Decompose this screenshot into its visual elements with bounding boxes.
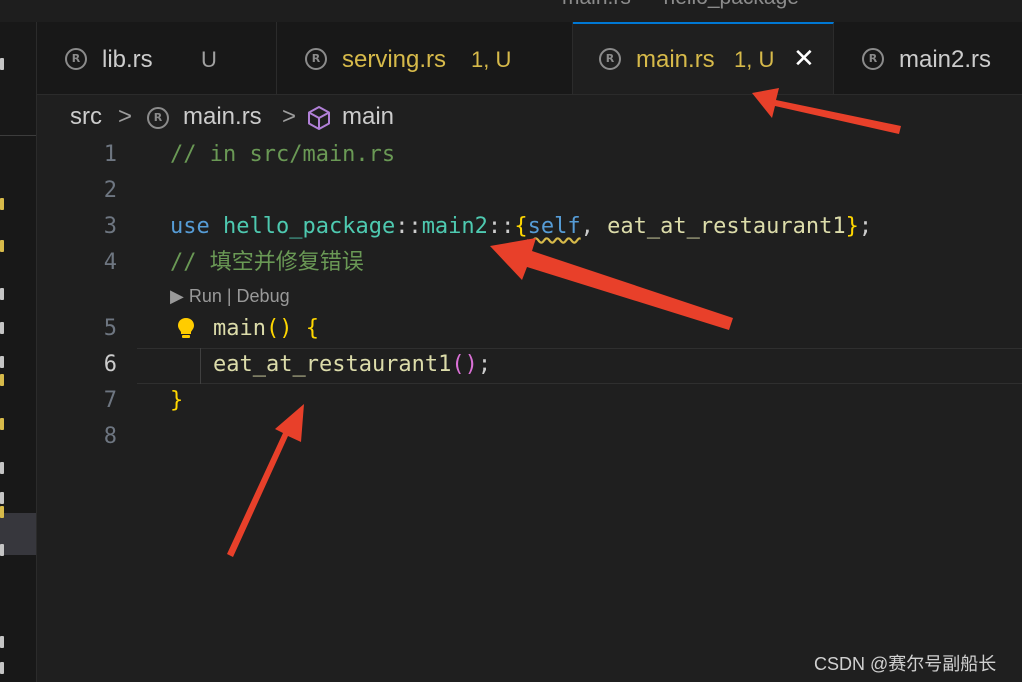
activity-divider	[0, 135, 36, 136]
code-line-6: eat_at_restaurant1();	[213, 347, 491, 383]
tab-status: U	[201, 47, 217, 72]
breadcrumb: src > R main.rs > main	[37, 95, 1022, 139]
tab-label: main.rs	[636, 46, 715, 73]
breadcrumb-file[interactable]: main.rs	[183, 103, 262, 131]
window-title: main.rs — hello_package	[562, 0, 799, 10]
tab-label: serving.rs	[342, 46, 447, 73]
rust-icon: R	[147, 107, 169, 129]
line-number: 5	[103, 316, 117, 341]
line-number: 2	[103, 178, 117, 203]
brace-close: }	[845, 214, 859, 239]
code-line-5: main() {	[213, 311, 319, 347]
parens: ()	[451, 352, 478, 377]
line-number-current: 6	[103, 352, 117, 377]
package-name: hello_package	[223, 214, 396, 239]
editor-tabs: R lib.rs U R serving.rs 1, U R main.rs 1…	[37, 22, 1022, 95]
tab-status: 1, U	[471, 47, 512, 72]
codelens-run-debug[interactable]: ▶ Run | Debug	[170, 285, 290, 307]
path-separator: ::	[487, 214, 515, 239]
activity-item[interactable]	[0, 198, 4, 210]
activity-item[interactable]	[0, 544, 4, 556]
activity-item[interactable]	[0, 288, 4, 300]
tab-status: 1, U	[734, 47, 775, 72]
tab-lib-rs[interactable]: R lib.rs U	[37, 22, 277, 94]
imported-function: eat_at_restaurant1	[607, 214, 846, 239]
code-line-7: }	[170, 388, 184, 413]
line-number: 4	[103, 250, 117, 275]
activity-item[interactable]	[0, 322, 4, 334]
line-number: 7	[103, 388, 117, 413]
code-editor[interactable]: 1 2 3 4 5 6 7 8 // in src/main.rs use he…	[37, 139, 1022, 682]
function-call: eat_at_restaurant1	[213, 352, 452, 377]
cube-icon	[308, 106, 330, 130]
brace-open: {	[305, 316, 319, 341]
watermark: CSDN @赛尔号副船长	[814, 654, 997, 674]
breadcrumb-folder[interactable]: src	[70, 103, 102, 131]
chevron-right-icon: >	[282, 103, 297, 130]
activity-item[interactable]	[0, 492, 4, 504]
activity-item[interactable]	[0, 374, 4, 386]
tab-main-rs[interactable]: R main.rs 1, U ✕	[573, 22, 834, 94]
tab-label: main2.rs	[899, 46, 992, 73]
breadcrumb-symbol[interactable]: main	[342, 103, 394, 131]
comma: ,	[580, 214, 608, 239]
activity-item[interactable]	[0, 506, 4, 518]
activity-item[interactable]	[0, 662, 4, 674]
line-number: 1	[103, 142, 117, 167]
tab-serving-rs[interactable]: R serving.rs 1, U	[277, 22, 573, 94]
semicolon: ;	[477, 352, 492, 377]
function-name: main	[213, 316, 266, 341]
path-separator: ::	[395, 214, 422, 239]
code-line-1: // in src/main.rs	[170, 142, 396, 167]
lightbulb-icon[interactable]	[177, 317, 195, 339]
activity-bar	[0, 22, 37, 682]
close-icon[interactable]: ✕	[793, 44, 815, 74]
tab-label: lib.rs	[102, 46, 153, 73]
activity-item[interactable]	[0, 462, 4, 474]
title-bar: main.rs — hello_package	[0, 0, 1022, 22]
activity-item[interactable]	[0, 636, 4, 648]
brace-open: {	[514, 214, 528, 239]
keyword-use: use	[170, 214, 210, 239]
rust-icon: R	[305, 48, 327, 70]
self-keyword-warning: self	[527, 214, 581, 239]
activity-item[interactable]	[0, 240, 4, 252]
line-number: 8	[103, 424, 117, 449]
line-number: 3	[103, 214, 117, 239]
rust-icon: R	[862, 48, 884, 70]
code-line-3: use hello_package::main2::{self, eat_at_…	[170, 209, 872, 245]
code-line-4: // 填空并修复错误	[170, 250, 364, 275]
activity-item[interactable]	[0, 418, 4, 430]
rust-icon: R	[65, 48, 87, 70]
activity-item-selected[interactable]	[0, 513, 36, 555]
module-name: main2	[421, 214, 488, 239]
rust-icon: R	[599, 48, 621, 70]
activity-item[interactable]	[0, 356, 4, 368]
parens: ()	[265, 316, 293, 341]
tab-main2-rs[interactable]: R main2.rs	[834, 22, 1022, 94]
indent-guide	[200, 348, 201, 384]
activity-item[interactable]	[0, 58, 4, 70]
chevron-right-icon: >	[118, 103, 133, 130]
semicolon: ;	[858, 214, 873, 239]
